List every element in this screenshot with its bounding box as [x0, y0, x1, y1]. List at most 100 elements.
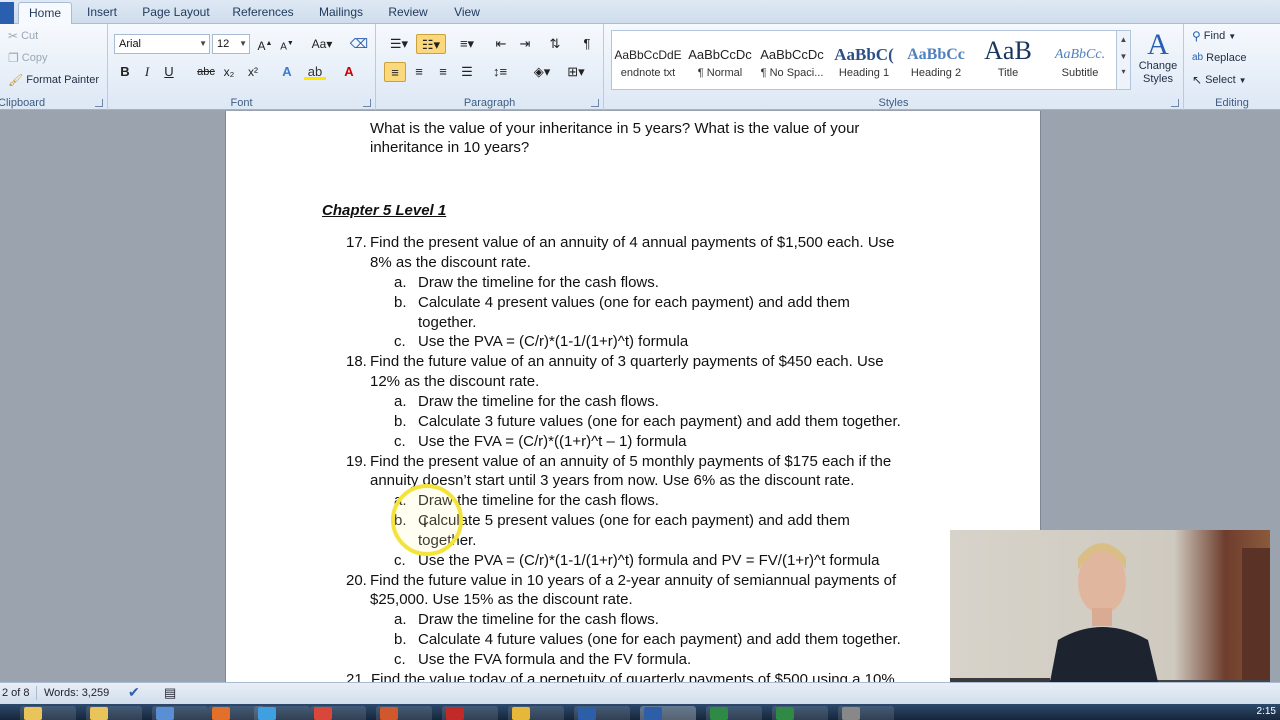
- question-text: 12% as the discount rate.: [370, 373, 540, 390]
- taskbar-app-2[interactable]: [508, 706, 564, 720]
- proofing-icon[interactable]: ✔: [128, 684, 140, 701]
- taskbar-app[interactable]: [152, 706, 208, 720]
- list-marker: a.: [394, 274, 407, 291]
- shrink-font-button[interactable]: A▼: [276, 34, 298, 54]
- tab-view[interactable]: View: [446, 2, 488, 24]
- italic-button[interactable]: I: [136, 62, 158, 82]
- decrease-indent-icon[interactable]: ⇤: [490, 34, 512, 54]
- multilevel-list-icon[interactable]: ≡▾: [452, 34, 482, 54]
- bold-button[interactable]: B: [114, 62, 136, 82]
- clipboard-group-label: Clipboard: [0, 97, 46, 109]
- ribbon-tab-bar: Home Insert Page Layout References Maili…: [0, 0, 1280, 25]
- paintbrush-icon: 🖌: [8, 73, 24, 87]
- font-dialog-launcher[interactable]: [363, 99, 371, 107]
- style-endnote-txt[interactable]: AaBbCcDdE endnote txt: [612, 31, 684, 89]
- text-effects-icon[interactable]: A: [276, 62, 298, 82]
- clock[interactable]: 2:15: [1257, 706, 1276, 717]
- styles-gallery: AaBbCcDdE endnote txt AaBbCcDc ¶ Normal …: [611, 30, 1131, 90]
- divider: [36, 686, 37, 700]
- borders-icon[interactable]: ⊞▾: [562, 62, 590, 82]
- taskbar-pdf[interactable]: [442, 706, 498, 720]
- list-marker: a.: [394, 611, 407, 628]
- style-sample: AaBbCcDdE: [614, 48, 682, 62]
- grow-font-button[interactable]: A▲: [254, 34, 276, 54]
- doc-line: 21. Find the value today of a perpetuity…: [346, 671, 895, 682]
- tab-review[interactable]: Review: [384, 2, 432, 24]
- taskbar-app-3[interactable]: [838, 706, 894, 720]
- list-item: Use the FVA = (C/r)*((1+r)^t – 1) formul…: [418, 433, 687, 450]
- more-styles-icon[interactable]: ▾: [1117, 67, 1130, 76]
- styles-gallery-scroll[interactable]: ▲ ▼ ▾: [1116, 31, 1130, 89]
- replace-icon: ab: [1192, 52, 1204, 63]
- sort-icon[interactable]: ⇅: [544, 34, 566, 54]
- style-heading-1[interactable]: AaBbC( Heading 1: [828, 31, 900, 89]
- list-marker: c.: [394, 552, 406, 569]
- taskbar-excel-2[interactable]: [772, 706, 828, 720]
- replace-label: Replace: [1206, 52, 1247, 64]
- styles-dialog-launcher[interactable]: [1171, 99, 1179, 107]
- bullets-icon[interactable]: ☰▾: [384, 34, 414, 54]
- underline-button[interactable]: U: [158, 62, 180, 82]
- numbering-icon[interactable]: ☷▾: [416, 34, 446, 54]
- superscript-button[interactable]: x²: [242, 62, 264, 82]
- select-button[interactable]: ↖ Select ▼: [1192, 74, 1247, 86]
- style-no-spacing[interactable]: AaBbCcDc ¶ No Spaci...: [756, 31, 828, 89]
- macro-icon[interactable]: ▤: [164, 685, 176, 701]
- align-right-icon[interactable]: ≡: [432, 62, 454, 82]
- taskbar-powerpoint[interactable]: [376, 706, 432, 720]
- document-page[interactable]: What is the value of your inheritance in…: [225, 111, 1041, 682]
- highlight-icon[interactable]: ab: [304, 62, 326, 82]
- taskbar-ie[interactable]: [254, 706, 310, 720]
- clipboard-dialog-launcher[interactable]: [95, 99, 103, 107]
- tab-insert[interactable]: Insert: [80, 2, 124, 24]
- change-styles-button[interactable]: A Change Styles: [1134, 30, 1182, 86]
- show-formatting-button[interactable]: ¶: [576, 34, 598, 54]
- font-size-combo[interactable]: 12 ▼: [212, 34, 250, 54]
- style-name: Heading 2: [910, 67, 962, 79]
- line-spacing-icon[interactable]: ↕≡: [486, 62, 514, 82]
- taskbar-explorer-2[interactable]: [86, 706, 142, 720]
- style-normal[interactable]: AaBbCcDc ¶ Normal: [684, 31, 756, 89]
- copy-button[interactable]: ❐ Copy: [8, 52, 47, 64]
- scroll-down-icon[interactable]: ▼: [1117, 52, 1130, 61]
- scroll-up-icon[interactable]: ▲: [1117, 35, 1130, 44]
- click-highlight: [391, 484, 463, 556]
- format-painter-label: Format Painter: [26, 74, 99, 86]
- taskbar-explorer[interactable]: [20, 706, 76, 720]
- taskbar-excel[interactable]: [706, 706, 762, 720]
- font-name-combo[interactable]: Arial ▼: [114, 34, 210, 54]
- style-heading-2[interactable]: AaBbCc Heading 2: [900, 31, 972, 89]
- cut-button[interactable]: ✂ Cut: [8, 30, 38, 42]
- paragraph-dialog-launcher[interactable]: [591, 99, 599, 107]
- increase-indent-icon[interactable]: ⇥: [514, 34, 536, 54]
- taskbar-chrome[interactable]: [310, 706, 366, 720]
- file-tab[interactable]: [0, 2, 14, 24]
- word-icon: [578, 707, 596, 720]
- tab-references[interactable]: References: [228, 2, 298, 24]
- tab-page-layout[interactable]: Page Layout: [138, 2, 214, 24]
- tab-home[interactable]: Home: [18, 2, 72, 25]
- change-case-button[interactable]: Aa▾: [308, 34, 336, 54]
- style-subtitle[interactable]: AaBbCc. Subtitle: [1044, 31, 1116, 89]
- font-color-icon[interactable]: A: [338, 62, 360, 82]
- doc-line: What is the value of your inheritance in…: [370, 120, 860, 137]
- word-count[interactable]: Words: 3,259: [44, 687, 109, 699]
- style-title[interactable]: AaB Title: [972, 31, 1044, 89]
- tab-mailings[interactable]: Mailings: [312, 2, 370, 24]
- list-marker: b.: [394, 294, 407, 311]
- shading-icon[interactable]: ◈▾: [528, 62, 556, 82]
- find-button[interactable]: ⚲ Find ▼: [1192, 30, 1236, 42]
- clear-formatting-icon[interactable]: ⌫: [348, 34, 370, 54]
- format-painter-button[interactable]: 🖌 Format Painter: [8, 74, 99, 86]
- question-text: Find the present value of an annuity of …: [370, 234, 895, 251]
- justify-icon[interactable]: ☰: [456, 62, 478, 82]
- strikethrough-button[interactable]: abc: [194, 62, 218, 82]
- page-count[interactable]: 2 of 8: [2, 687, 30, 699]
- taskbar-word-2[interactable]: [640, 706, 696, 720]
- align-center-icon[interactable]: ≡: [408, 62, 430, 82]
- replace-button[interactable]: ab Replace: [1192, 52, 1246, 64]
- subscript-button[interactable]: x₂: [218, 62, 240, 82]
- taskbar-word[interactable]: [574, 706, 630, 720]
- chapter-heading: Chapter 5 Level 1: [322, 202, 447, 219]
- align-left-icon[interactable]: ≡: [384, 62, 406, 82]
